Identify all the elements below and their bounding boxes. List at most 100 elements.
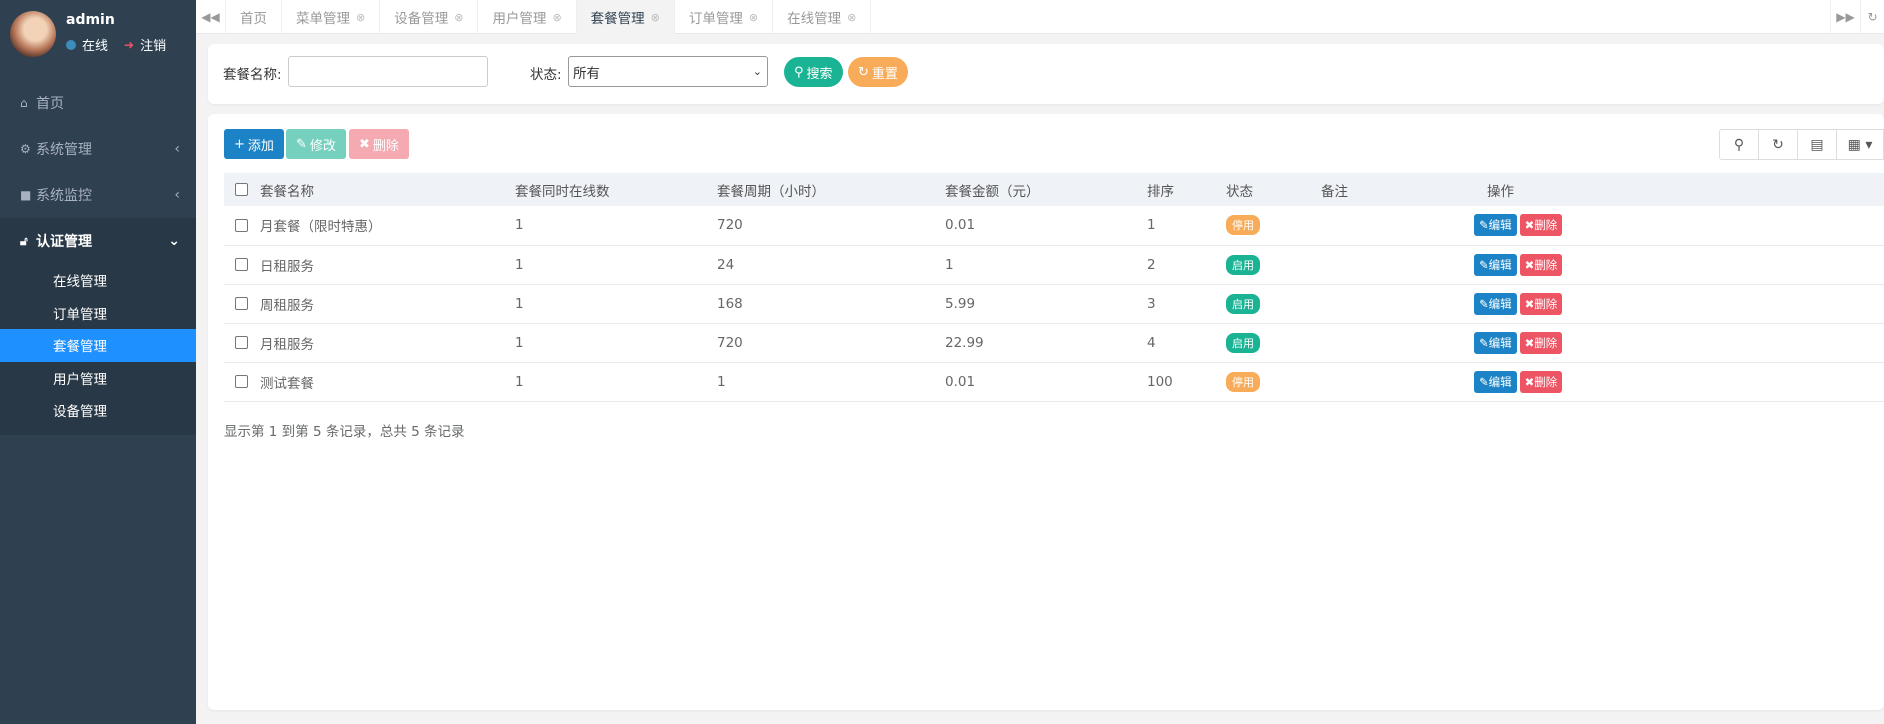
table-header-row: 套餐名称 套餐同时在线数 套餐周期（小时） 套餐金额（元） 排序 状态 备注 操… <box>224 173 1884 206</box>
row-checkbox[interactable] <box>235 258 248 271</box>
nav-system-label: 系统管理 <box>36 142 92 158</box>
table-row[interactable]: 月套餐（限时特惠） 1 720 0.01 1 停用 ✎ 编辑 ✖ 删除 <box>224 206 1884 246</box>
tab-label: 用户管理 <box>492 11 547 27</box>
search-icon[interactable]: ⚲ <box>1719 129 1759 160</box>
search-panel: 套餐名称: 状态: 所有 ⌄ ⚲ 搜索 ↻ 重置 <box>208 44 1884 104</box>
close-icon[interactable]: ⊗ <box>356 11 365 24</box>
edit-icon: ✎ <box>296 136 307 152</box>
close-icon[interactable]: ⊗ <box>651 11 660 24</box>
logout-link[interactable]: 注销 <box>140 35 166 54</box>
package-name-input[interactable] <box>288 56 488 87</box>
nav-auth-label: 认证管理 <box>36 234 92 250</box>
cell-sort: 100 <box>1147 362 1226 402</box>
search-icon: ⚲ <box>794 64 804 80</box>
row-checkbox[interactable] <box>235 375 248 388</box>
edit-button[interactable]: ✎ 修改 <box>286 129 346 159</box>
tab-menu[interactable]: 菜单管理 ⊗ <box>282 0 381 34</box>
row-checkbox[interactable] <box>235 336 248 349</box>
tab-scroll-left-icon[interactable]: ◀◀ <box>196 0 226 34</box>
row-edit-button[interactable]: ✎ 编辑 <box>1474 370 1517 393</box>
cell-note <box>1321 323 1439 363</box>
columns-icon[interactable]: ▦ ▾ <box>1836 129 1884 160</box>
row-edit-button[interactable]: ✎ 编辑 <box>1474 292 1517 315</box>
tab-users[interactable]: 用户管理 ⊗ <box>478 0 577 34</box>
avatar[interactable] <box>10 11 56 57</box>
sidebar-item-online[interactable]: 在线管理 <box>0 264 196 297</box>
close-icon[interactable]: ⊗ <box>749 11 758 24</box>
sidebar-item-orders[interactable]: 订单管理 <box>0 297 196 330</box>
cell-online: 1 <box>515 323 717 363</box>
col-price[interactable]: 套餐金额（元） <box>945 173 1147 206</box>
add-button[interactable]: + 添加 <box>224 129 284 159</box>
cell-period: 168 <box>717 284 945 324</box>
row-edit-button[interactable]: ✎ 编辑 <box>1474 253 1517 276</box>
status-badge: 启用 <box>1226 254 1260 275</box>
search-button[interactable]: ⚲ 搜索 <box>784 57 843 87</box>
toggle-view-icon[interactable]: ▤ <box>1797 129 1837 160</box>
row-checkbox[interactable] <box>235 218 248 232</box>
row-delete-button[interactable]: ✖ 删除 <box>1519 370 1563 393</box>
status-badge: 启用 <box>1226 293 1260 314</box>
nav-monitor[interactable]: ■ 系统监控 ‹ <box>0 172 196 218</box>
sidebar-item-packages[interactable]: 套餐管理 <box>0 329 196 362</box>
user-name: admin <box>66 12 115 28</box>
refresh-icon[interactable]: ↻ <box>1758 129 1798 160</box>
add-button-label: 添加 <box>247 138 274 154</box>
row-delete-label: 删除 <box>1534 257 1558 272</box>
row-delete-button[interactable]: ✖ 删除 <box>1519 292 1563 315</box>
col-name[interactable]: 套餐名称 <box>260 173 515 206</box>
logout-icon[interactable]: ➜ <box>124 38 134 52</box>
row-delete-label: 删除 <box>1534 218 1558 233</box>
row-select-cell <box>224 323 260 363</box>
col-period[interactable]: 套餐周期（小时） <box>717 173 945 206</box>
nav-home-label: 首页 <box>36 96 64 112</box>
row-delete-button[interactable]: ✖ 删除 <box>1519 253 1563 276</box>
col-sort[interactable]: 排序 <box>1147 173 1226 206</box>
lock-icon: 🔓︎ <box>20 233 28 248</box>
chevron-down-icon: ⌄ <box>168 233 180 249</box>
col-status[interactable]: 状态 <box>1226 173 1321 206</box>
row-delete-button[interactable]: ✖ 删除 <box>1519 214 1563 237</box>
tab-home[interactable]: 首页 <box>226 0 282 34</box>
close-icon[interactable]: ⊗ <box>552 11 561 24</box>
nav-system[interactable]: ⚙ 系统管理 ‹ <box>0 126 196 172</box>
chevron-left-icon: ‹ <box>174 187 180 203</box>
refresh-icon[interactable]: ↻ <box>1860 0 1884 34</box>
tab-orders[interactable]: 订单管理 ⊗ <box>675 0 774 34</box>
tab-scroll-right-icon[interactable]: ▶▶ <box>1830 0 1860 34</box>
nav-home[interactable]: ⌂ 首页 <box>0 80 196 126</box>
row-edit-label: 编辑 <box>1488 257 1512 272</box>
cell-period: 720 <box>717 206 945 246</box>
cell-online: 1 <box>515 362 717 402</box>
table-row[interactable]: 日租服务 1 24 1 2 启用 ✎ 编辑 ✖ 删除 <box>224 245 1884 285</box>
tab-online[interactable]: 在线管理 ⊗ <box>773 0 872 34</box>
row-edit-button[interactable]: ✎ 编辑 <box>1474 331 1517 354</box>
delete-button[interactable]: ✖ 删除 <box>349 129 409 159</box>
table-row[interactable]: 测试套餐 1 1 0.01 100 停用 ✎ 编辑 ✖ 删除 <box>224 362 1884 402</box>
tab-devices[interactable]: 设备管理 ⊗ <box>380 0 479 34</box>
table-row[interactable]: 月租服务 1 720 22.99 4 启用 ✎ 编辑 ✖ 删除 <box>224 323 1884 363</box>
col-note: 备注 <box>1321 183 1348 200</box>
row-checkbox[interactable] <box>235 297 248 310</box>
close-icon[interactable]: ⊗ <box>454 11 463 24</box>
tab-packages[interactable]: 套餐管理 ⊗ <box>576 0 675 34</box>
sidebar-item-users[interactable]: 用户管理 <box>0 362 196 395</box>
tab-right-controls: ▶▶ ↻ <box>1830 0 1884 34</box>
row-delete-button[interactable]: ✖ 删除 <box>1519 331 1563 354</box>
col-online[interactable]: 套餐同时在线数 <box>515 173 717 206</box>
tab-label: 套餐管理 <box>590 11 645 27</box>
cell-sort: 2 <box>1147 245 1226 285</box>
nav-auth[interactable]: 🔓︎ 认证管理 ⌄ <box>0 218 196 264</box>
cell-price: 22.99 <box>945 323 1147 363</box>
row-select-cell <box>224 362 260 402</box>
select-all-checkbox[interactable] <box>235 183 248 196</box>
cell-period: 720 <box>717 323 945 363</box>
sidebar-item-devices[interactable]: 设备管理 <box>0 394 196 427</box>
cell-price: 1 <box>945 245 1147 285</box>
reset-button[interactable]: ↻ 重置 <box>848 57 908 87</box>
row-edit-button[interactable]: ✎ 编辑 <box>1474 214 1517 237</box>
status-select[interactable]: 所有 ⌄ <box>568 56 768 87</box>
table-row[interactable]: 周租服务 1 168 5.99 3 启用 ✎ 编辑 ✖ 删除 <box>224 284 1884 324</box>
close-icon[interactable]: ⊗ <box>847 11 856 24</box>
cell-online: 1 <box>515 206 717 246</box>
